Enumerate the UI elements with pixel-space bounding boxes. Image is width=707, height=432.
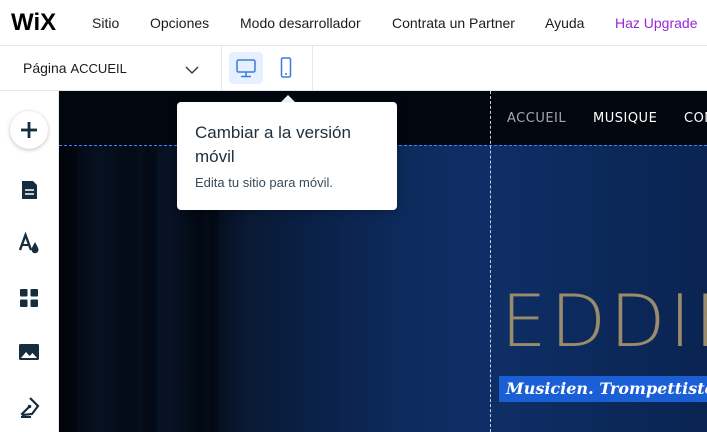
site-title[interactable]: EDDIE [501, 281, 707, 361]
blog-button[interactable] [10, 388, 48, 426]
page-selector[interactable]: Página ACCUEIL [0, 46, 222, 90]
mobile-switch-tooltip: Cambiar a la versión móvil Edita tu siti… [177, 102, 397, 210]
chevron-down-icon [185, 62, 199, 80]
pages-button[interactable] [10, 171, 48, 209]
site-nav-musique[interactable]: MUSIQUE [593, 111, 657, 126]
top-menu-bar: WiX Sitio Opciones Modo desarrollador Co… [0, 0, 707, 46]
mobile-view-button[interactable] [269, 52, 303, 84]
curtain-fold [59, 145, 77, 432]
tooltip-arrow [281, 95, 295, 102]
wix-logo[interactable]: WiX [11, 11, 56, 35]
gridline-guide [490, 91, 491, 432]
tooltip-title: Cambiar a la versión móvil [195, 123, 351, 166]
site-nav-con[interactable]: CON [684, 111, 707, 126]
add-button[interactable] [10, 111, 48, 149]
site-nav-accueil[interactable]: ACCUEIL [507, 111, 566, 126]
page-selector-label: Página ACCUEIL [23, 60, 127, 76]
curtain-fold [143, 145, 157, 432]
upgrade-button[interactable]: Haz Upgrade [615, 0, 698, 46]
left-toolbar [0, 91, 59, 432]
theme-button[interactable] [10, 224, 48, 262]
editor-toolbar: Página ACCUEIL [0, 46, 707, 91]
site-subtitle[interactable]: Musicien. Trompettiste. Co [499, 376, 707, 402]
apps-button[interactable] [10, 279, 48, 317]
media-button[interactable] [10, 333, 48, 371]
menu-sitio[interactable]: Sitio [92, 0, 119, 46]
menu-ayuda[interactable]: Ayuda [545, 0, 584, 46]
menu-opciones[interactable]: Opciones [150, 0, 209, 46]
device-switcher [222, 46, 313, 90]
menu-modo-desarrollador[interactable]: Modo desarrollador [240, 0, 361, 46]
desktop-view-button[interactable] [229, 52, 263, 84]
tooltip-body: Edita tu sitio para móvil. [195, 175, 334, 190]
menu-contrata-partner[interactable]: Contrata un Partner [392, 0, 515, 46]
